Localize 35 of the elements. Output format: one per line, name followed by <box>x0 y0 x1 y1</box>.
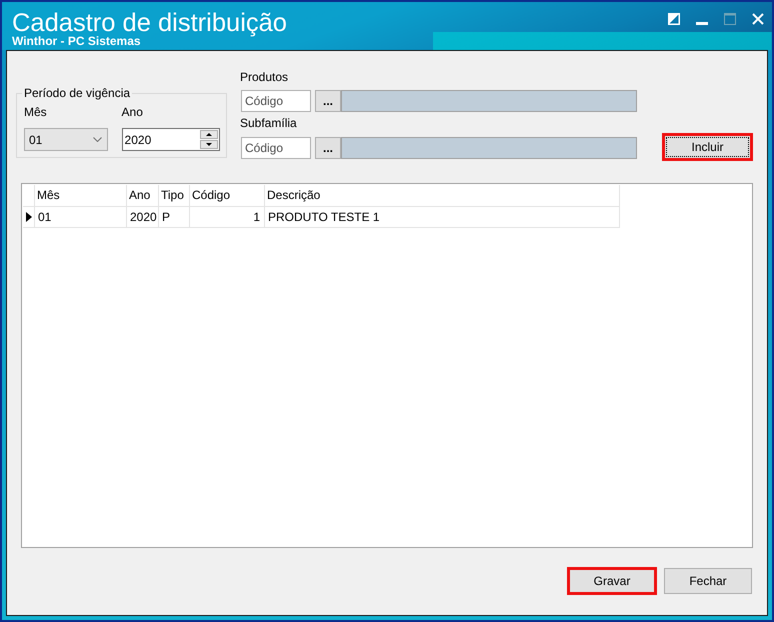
column-header[interactable]: Tipo <box>159 185 190 207</box>
column-header[interactable]: Ano <box>127 185 159 207</box>
column-header[interactable]: Código <box>190 185 265 207</box>
table-cell: 01 <box>35 207 127 228</box>
save-button[interactable]: Gravar <box>567 567 657 595</box>
down-triangle-icon <box>206 143 212 146</box>
field-label: Mês <box>24 105 47 120</box>
field-label: Subfamília <box>240 116 297 131</box>
spin-down-button[interactable] <box>200 140 218 149</box>
field-label: Produtos <box>240 70 288 85</box>
code-input[interactable]: Código <box>241 137 311 159</box>
column-header[interactable]: Mês <box>35 185 127 207</box>
table-cell: P <box>159 207 190 228</box>
browse-button[interactable]: ... <box>315 137 341 159</box>
field-label: Ano <box>122 105 143 120</box>
browse-button[interactable]: ... <box>315 90 341 112</box>
spin-up-button[interactable] <box>200 130 218 139</box>
table-cell: PRODUTO TESTE 1 <box>265 207 620 228</box>
contrast-icon[interactable] <box>668 13 680 25</box>
month-dropdown[interactable]: 01 <box>24 128 108 151</box>
year-spin-field[interactable]: 2020 <box>122 128 220 151</box>
close-icon[interactable] <box>752 13 764 25</box>
chevron-down-icon <box>92 137 102 142</box>
include-button[interactable]: Incluir <box>662 133 753 161</box>
table-cell: 2020 <box>127 207 159 228</box>
triangle-icon <box>26 212 32 222</box>
group-label: Período de vigência <box>23 86 132 101</box>
window-title: Cadastro de distribuição <box>12 9 287 37</box>
up-triangle-icon <box>206 133 212 136</box>
window-subtitle: Winthor - PC Sistemas <box>12 35 141 48</box>
code-input[interactable]: Código <box>241 90 311 112</box>
column-header[interactable]: Descrição <box>265 185 620 207</box>
row-selector[interactable] <box>23 207 35 228</box>
close-button[interactable]: Fechar <box>664 568 752 594</box>
table-cell: 1 <box>190 207 265 228</box>
